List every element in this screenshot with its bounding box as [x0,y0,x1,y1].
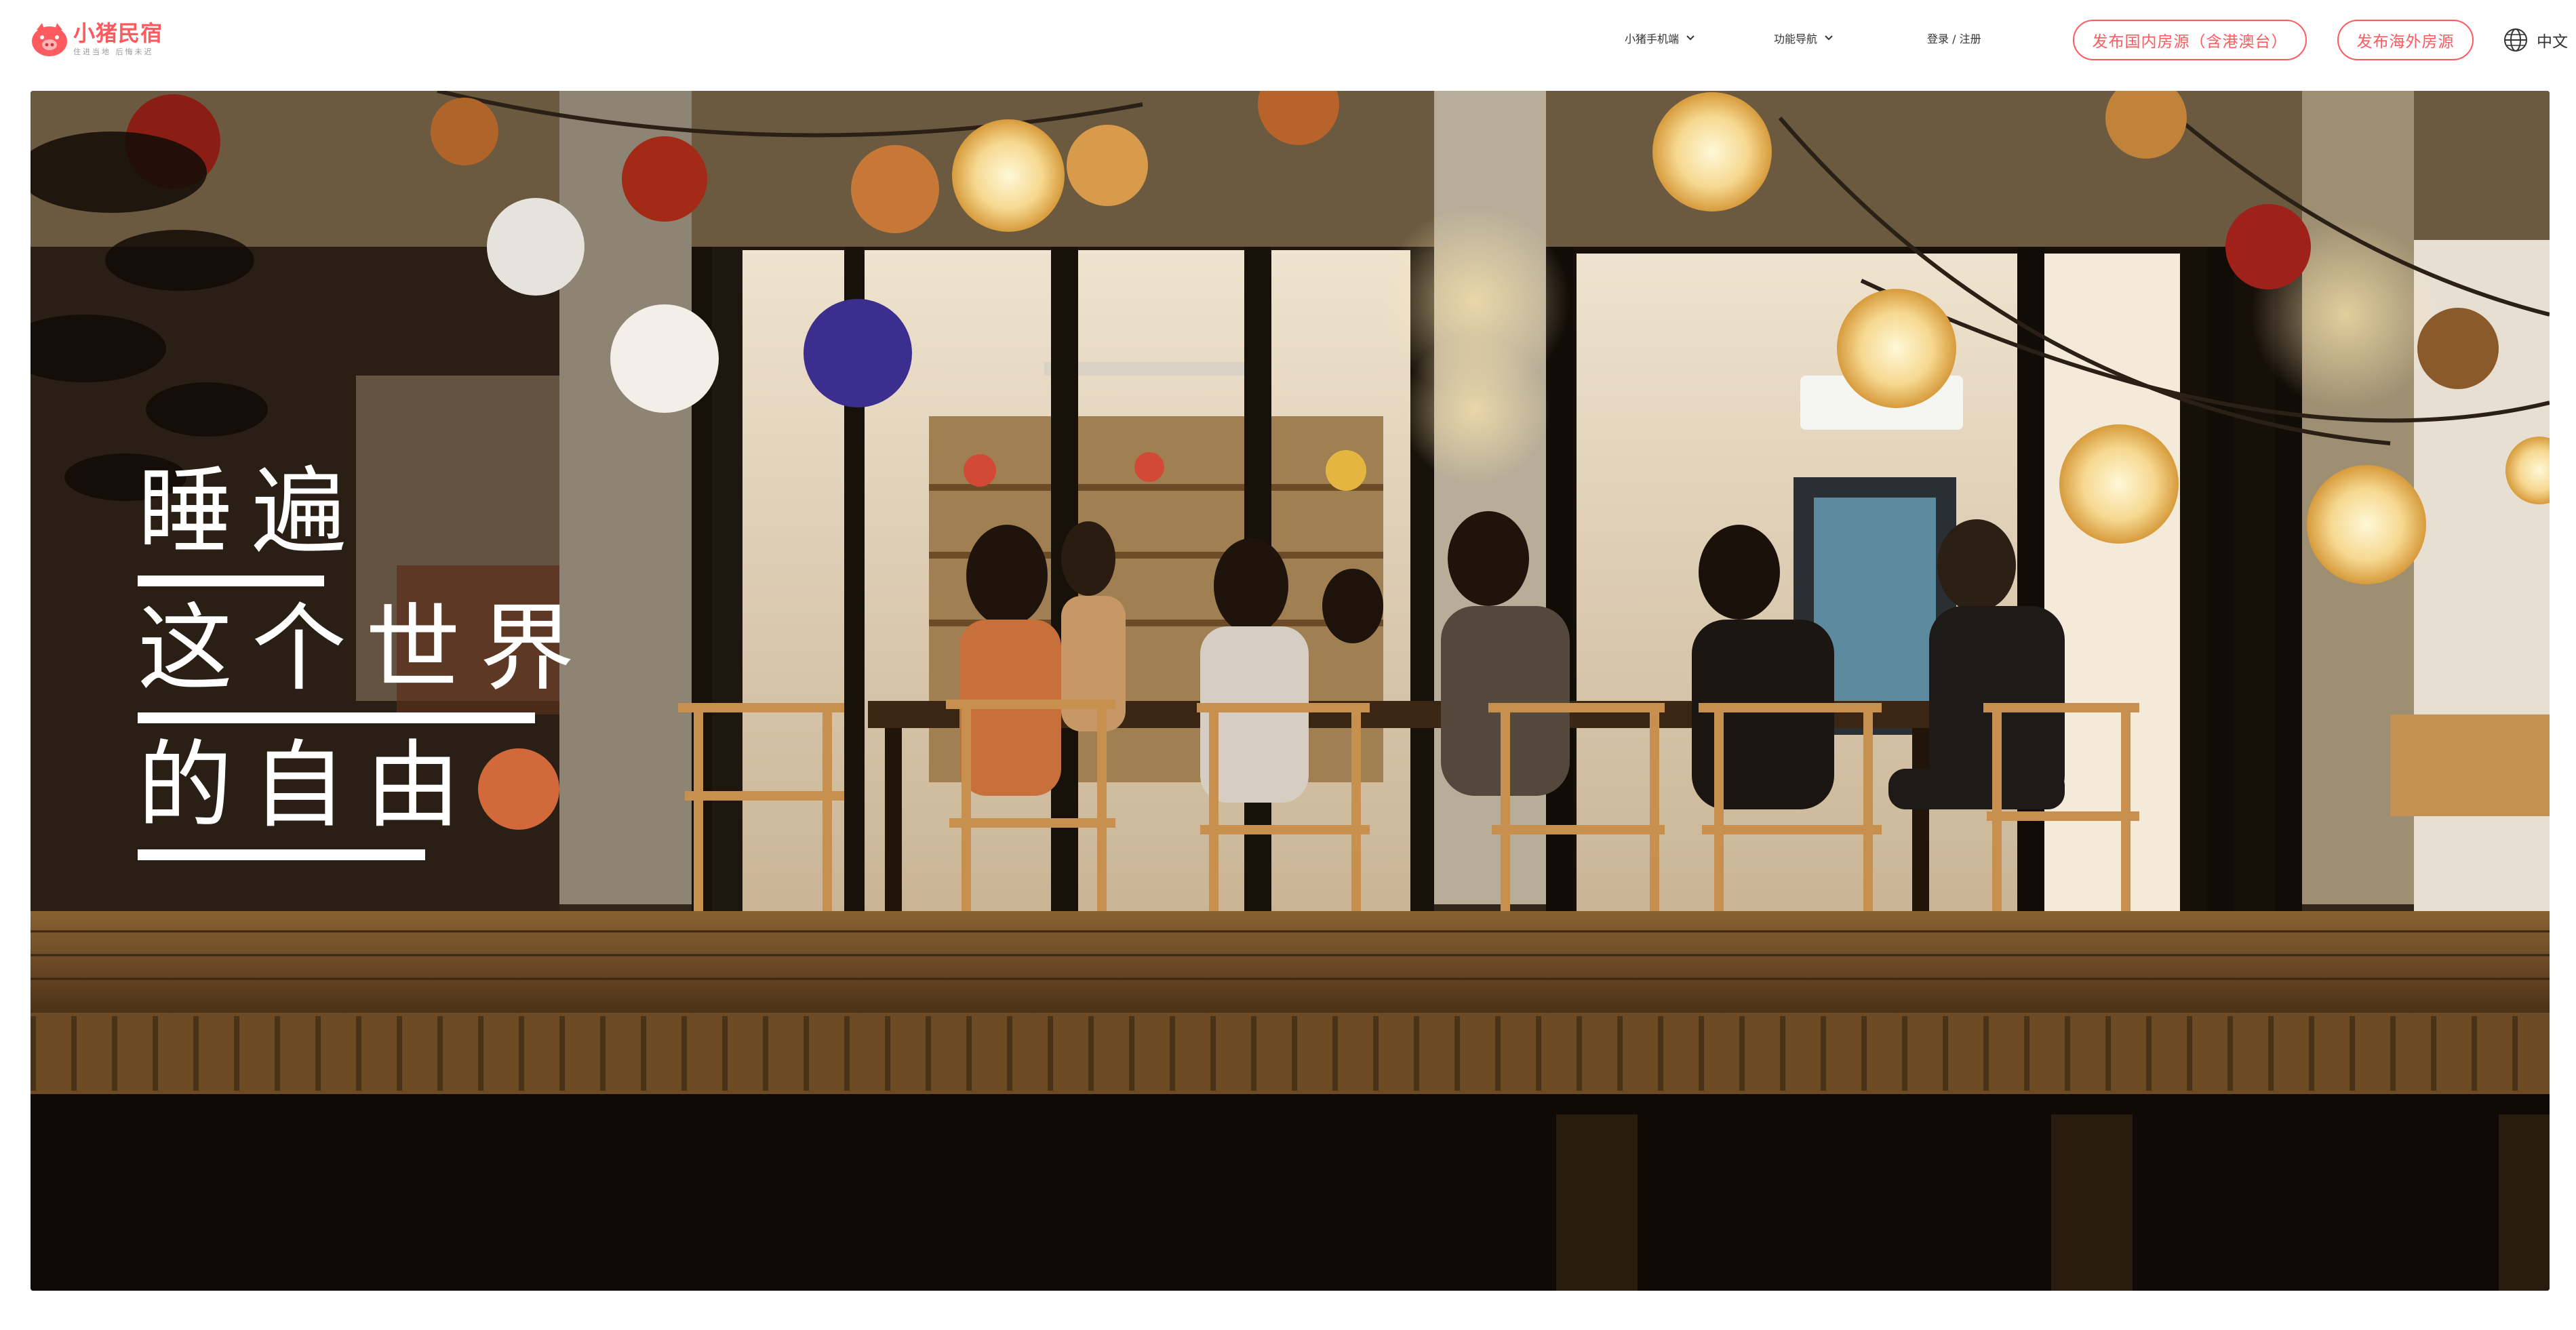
hero-line-1: 睡遍 [138,457,366,567]
language-label: 中文 [2537,33,2568,51]
pig-logo-icon [30,20,69,58]
nav-features-label: 功能导航 [1774,33,1818,45]
site-logo[interactable]: 小猪民宿 住进当地 后悔未迟 [30,20,163,58]
hero-underline-1 [138,576,324,586]
publish-overseas-button[interactable]: 发布海外房源 [2337,20,2474,60]
hero-headline: 睡遍 这个世界 的自由 [138,455,593,866]
nav-features[interactable]: 功能导航 [1774,30,1834,46]
nav-mobile-app[interactable]: 小猪手机端 [1625,30,1695,46]
publish-domestic-button[interactable]: 发布国内房源（含港澳台） [2073,20,2307,60]
logo-slogan: 住进当地 后悔未迟 [73,47,154,56]
hero-underline-2 [138,712,535,723]
hero-underline-3 [138,849,425,860]
hero-line-2: 这个世界 [138,594,594,704]
hero-line-3: 的自由 [138,731,480,841]
top-navigation-bar: 小猪民宿 住进当地 后悔未迟 小猪手机端 功能导航 登录 / 注册 发布国内房源… [0,0,2576,91]
logo-name: 小猪民宿 [73,20,163,46]
login-register-link[interactable]: 登录 / 注册 [1927,30,1981,46]
login-register-label: 登录 / 注册 [1927,33,1981,45]
nav-mobile-app-label: 小猪手机端 [1625,33,1680,45]
publish-overseas-label: 发布海外房源 [2356,33,2455,51]
publish-domestic-label: 发布国内房源（含港澳台） [2092,33,2288,51]
globe-icon [2504,28,2527,52]
hero-banner: 睡遍 这个世界 的自由 [31,91,2550,1291]
language-switcher[interactable]: 中文 [2503,27,2568,53]
chevron-down-icon [1825,35,1833,41]
chevron-down-icon [1686,35,1695,41]
